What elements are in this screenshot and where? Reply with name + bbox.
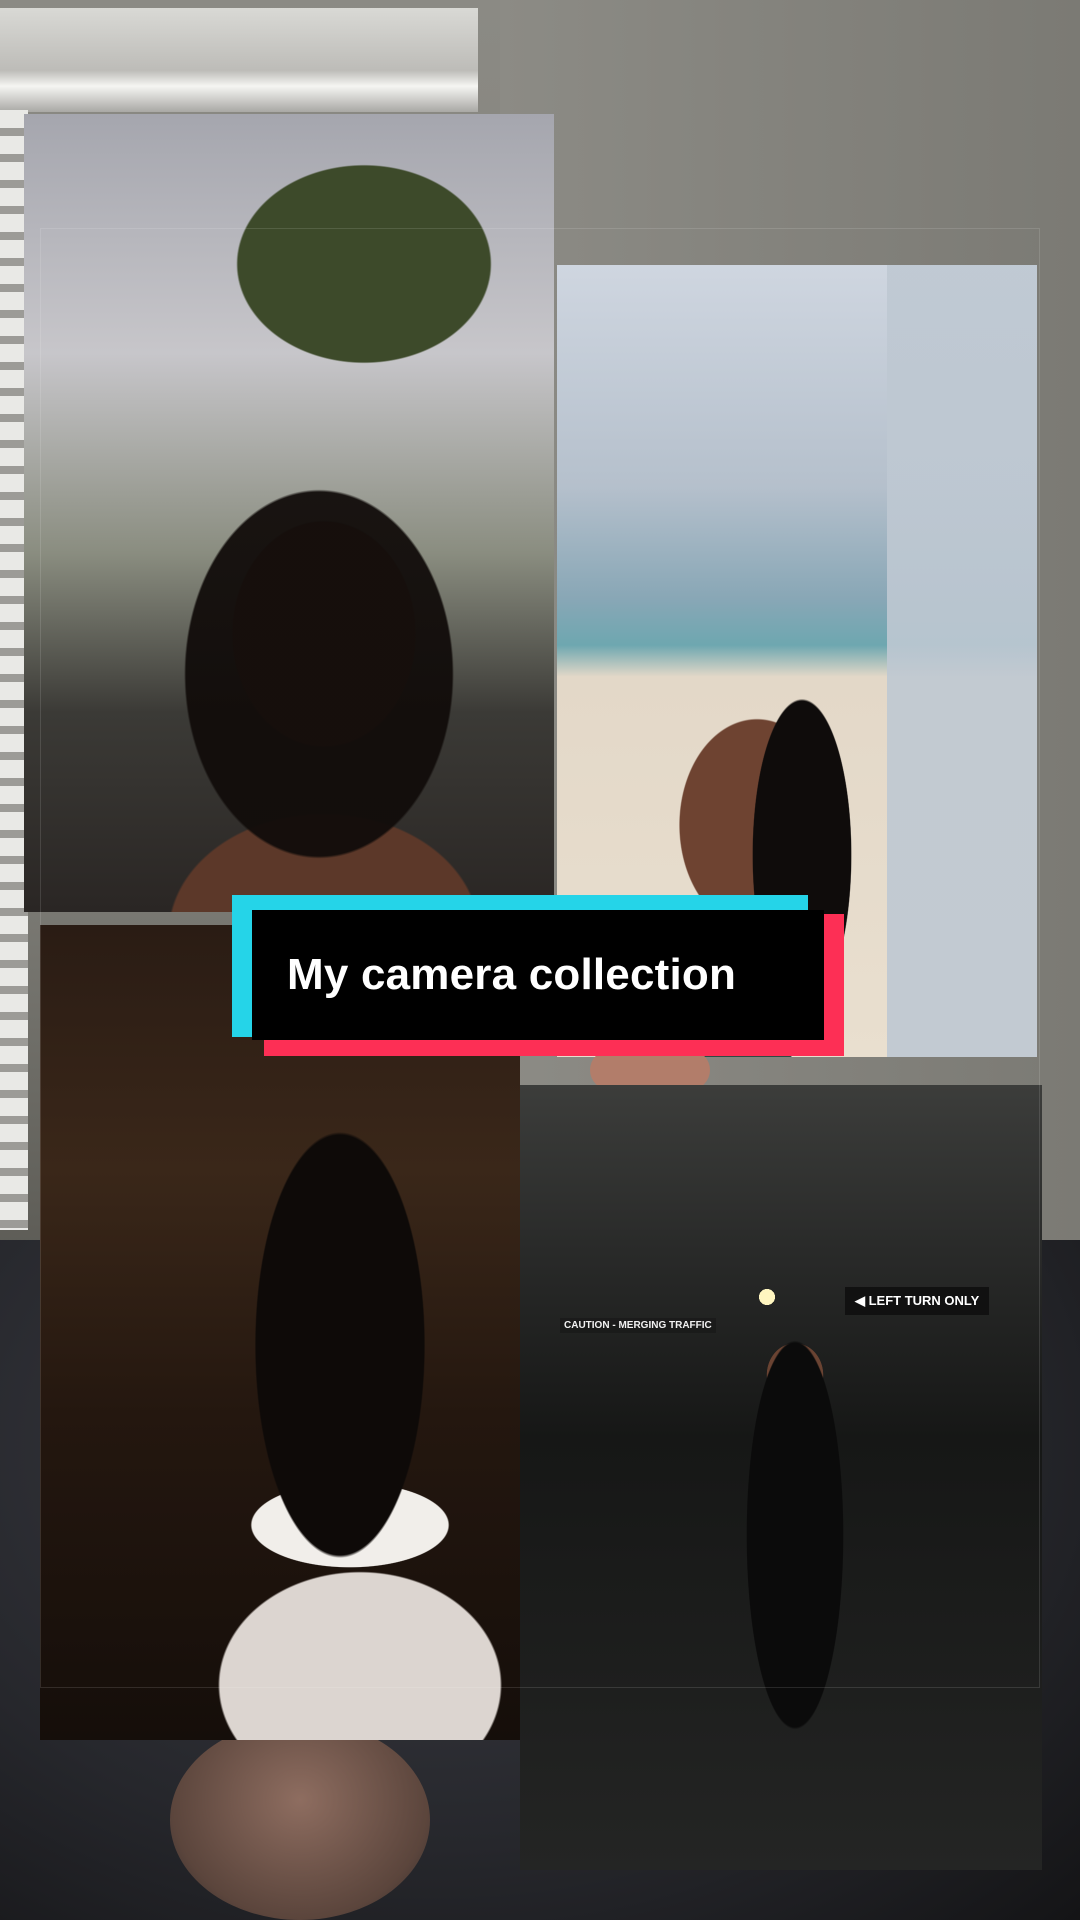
photo-selfie[interactable] [24, 114, 554, 912]
window-blind-rail [0, 8, 478, 112]
fingertip-blur [590, 1050, 710, 1090]
photo-parking-garage[interactable]: CAUTION - MERGING TRAFFIC ◀ LEFT TURN ON… [520, 1085, 1042, 1870]
left-turn-sign: ◀ LEFT TURN ONLY [845, 1287, 990, 1315]
caption-text: My camera collection [287, 950, 737, 999]
caution-sign: CAUTION - MERGING TRAFFIC [560, 1318, 716, 1333]
hand-blur [170, 1720, 430, 1920]
caption-box: My camera collection [252, 910, 824, 1040]
